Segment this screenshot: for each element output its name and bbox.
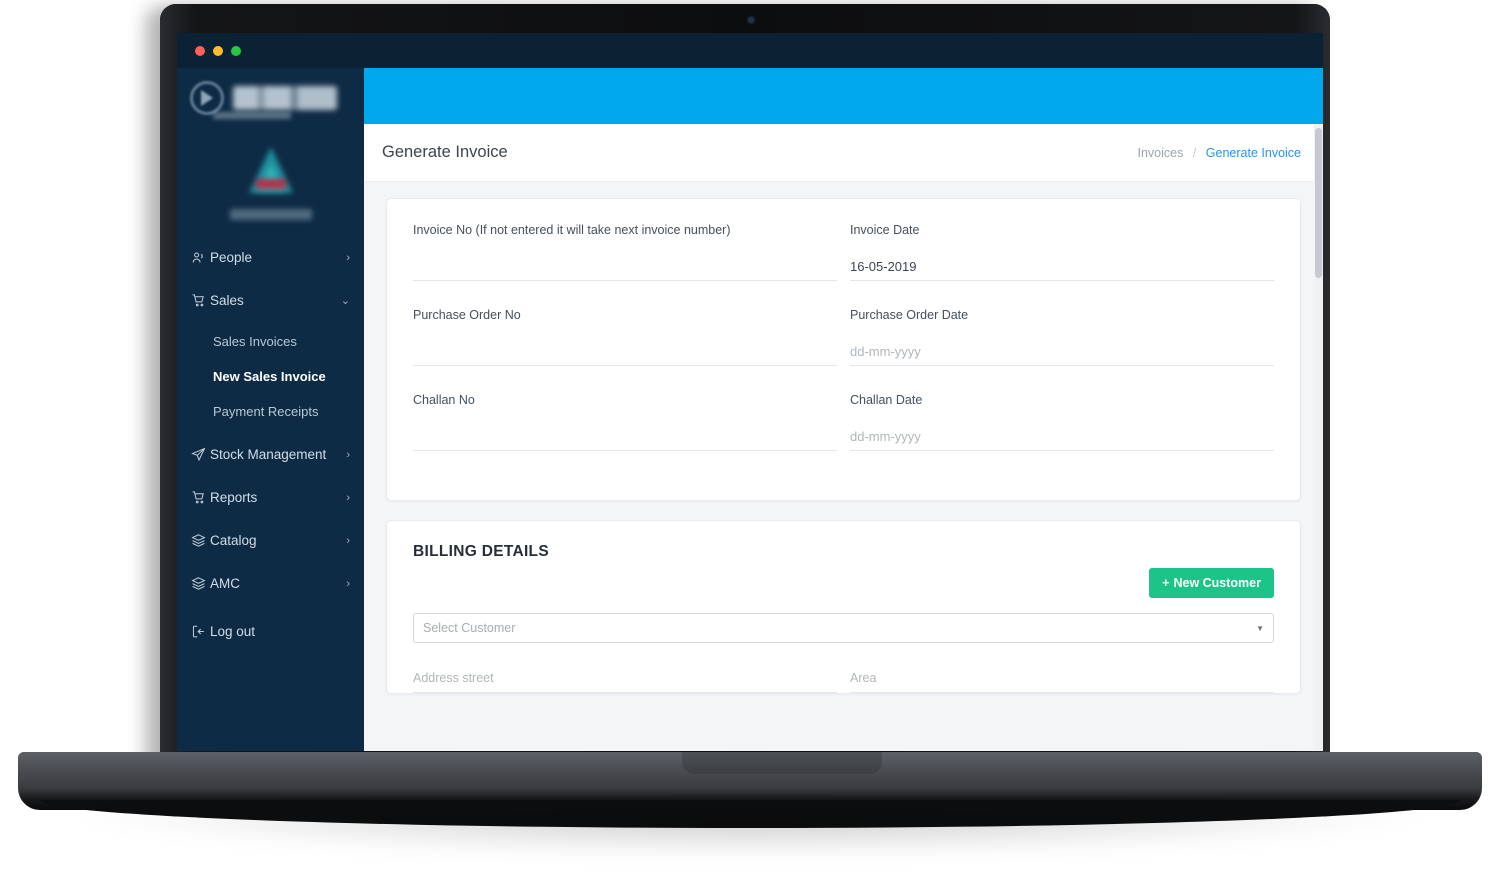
webcam-icon — [748, 17, 754, 23]
chevron-down-icon: ⌄ — [340, 295, 350, 307]
billing-details-title: BILLING DETAILS — [413, 543, 549, 560]
cart-icon — [191, 490, 210, 505]
layers-icon — [191, 533, 210, 548]
breadcrumb-parent[interactable]: Invoices — [1137, 146, 1183, 160]
new-customer-button-label: New Customer — [1173, 576, 1261, 590]
screen: People › Sales ⌄ Sales Invoices New Sale… — [177, 33, 1323, 751]
chevron-right-icon: › — [346, 491, 350, 504]
sidebar-item-catalog[interactable]: Catalog › — [177, 519, 364, 562]
paper-plane-icon — [191, 447, 210, 462]
sidebar: People › Sales ⌄ Sales Invoices New Sale… — [177, 68, 364, 751]
company-logo — [177, 128, 364, 236]
field-label: Invoice No (If not entered it will take … — [413, 223, 731, 237]
scroll-area: Invoice No (If not entered it will take … — [364, 182, 1323, 694]
field-label: Challan No — [413, 393, 475, 407]
sidebar-item-amc[interactable]: AMC › — [177, 562, 364, 605]
chevron-right-icon: › — [346, 448, 350, 461]
billing-address-row: Address street Area — [413, 669, 1274, 693]
sidebar-item-label: Reports — [210, 490, 258, 505]
breadcrumb-current[interactable]: Generate Invoice — [1206, 146, 1301, 160]
sidebar-subitem-label: Sales Invoices — [213, 334, 297, 349]
top-banner — [364, 68, 1323, 124]
brand-mark-icon — [190, 81, 224, 115]
page-title: Generate Invoice — [382, 143, 508, 161]
purchase-order-date-input[interactable]: dd-mm-yyyy — [850, 344, 1274, 366]
invoice-date-input[interactable]: 16-05-2019 — [850, 259, 1274, 281]
field-purchase-order-no: Purchase Order No — [413, 308, 837, 366]
chevron-right-icon: › — [346, 534, 350, 547]
sidebar-item-sales[interactable]: Sales ⌄ — [177, 279, 364, 322]
sidebar-subitem-payment-receipts[interactable]: Payment Receipts — [177, 394, 364, 429]
field-challan-date: Challan Date dd-mm-yyyy — [850, 393, 1274, 478]
sidebar-item-people[interactable]: People › — [177, 236, 364, 279]
sidebar-subitem-new-sales-invoice[interactable]: New Sales Invoice — [177, 359, 364, 394]
laptop-base-notch — [682, 752, 882, 774]
sidebar-item-reports[interactable]: Reports › — [177, 476, 364, 519]
sidebar-item-label: AMC — [210, 576, 240, 591]
field-invoice-no: Invoice No (If not entered it will take … — [413, 223, 837, 281]
customer-select-value: Select Customer — [423, 621, 516, 635]
cart-icon — [191, 293, 210, 308]
browser-titlebar — [177, 33, 1323, 68]
scrollbar-thumb[interactable] — [1315, 128, 1322, 278]
field-label: Challan Date — [850, 393, 923, 407]
brand-tagline — [213, 112, 291, 119]
brand-wordmark — [233, 86, 337, 110]
new-customer-button[interactable]: + New Customer — [1149, 568, 1274, 598]
layers-icon — [191, 576, 210, 591]
customer-select[interactable]: Select Customer ▼ — [413, 613, 1274, 643]
field-label: Invoice Date — [850, 223, 920, 237]
people-icon — [191, 250, 210, 265]
breadcrumb-separator: / — [1192, 145, 1197, 160]
company-logo-caption — [229, 208, 312, 220]
invoice-no-input[interactable] — [413, 259, 837, 281]
area-input[interactable]: Area — [850, 671, 876, 685]
field-purchase-order-date: Purchase Order Date dd-mm-yyyy — [850, 308, 1274, 366]
invoice-details-card: Invoice No (If not entered it will take … — [386, 198, 1301, 501]
sales-submenu: Sales Invoices New Sales Invoice Payment… — [177, 322, 364, 433]
sidebar-subitem-sales-invoices[interactable]: Sales Invoices — [177, 324, 364, 359]
plus-icon: + — [1162, 576, 1170, 590]
field-area: Area — [850, 669, 1274, 693]
field-challan-no: Challan No — [413, 393, 837, 451]
address-street-input[interactable]: Address street — [413, 671, 494, 685]
close-icon[interactable] — [195, 46, 205, 56]
laptop-mockup: People › Sales ⌄ Sales Invoices New Sale… — [0, 0, 1500, 874]
field-address-street: Address street — [413, 669, 837, 693]
sidebar-item-label: People — [210, 250, 253, 265]
sidebar-subitem-label: New Sales Invoice — [213, 369, 326, 384]
chevron-right-icon: › — [346, 577, 350, 590]
maximize-icon[interactable] — [231, 46, 241, 56]
sidebar-item-label: Stock Management — [210, 447, 327, 462]
breadcrumb: Invoices / Generate Invoice — [1137, 146, 1301, 160]
sidebar-item-label: Log out — [210, 624, 256, 639]
sidebar-item-logout[interactable]: Log out — [177, 610, 364, 653]
minimize-icon[interactable] — [213, 46, 223, 56]
sidebar-item-stock-management[interactable]: Stock Management › — [177, 433, 364, 476]
field-invoice-date: Invoice Date 16-05-2019 — [850, 223, 1274, 281]
purchase-order-no-input[interactable] — [413, 344, 837, 366]
main-content: Generate Invoice Invoices / Generate Inv… — [364, 68, 1323, 751]
laptop-shadow — [55, 812, 1445, 858]
logout-icon — [191, 624, 210, 639]
sidebar-item-label: Sales — [210, 293, 244, 308]
field-label: Purchase Order No — [413, 308, 521, 322]
challan-date-input[interactable]: dd-mm-yyyy — [850, 429, 1274, 451]
field-label: Purchase Order Date — [850, 308, 969, 322]
chevron-right-icon: › — [346, 251, 350, 264]
challan-no-input[interactable] — [413, 429, 837, 451]
sidebar-item-label: Catalog — [210, 533, 257, 548]
billing-details-card: BILLING DETAILS + New Customer Select Cus… — [386, 520, 1301, 694]
brand-logo[interactable] — [177, 68, 364, 128]
company-logo-icon — [242, 145, 300, 203]
page-header: Generate Invoice Invoices / Generate Inv… — [364, 124, 1323, 182]
chevron-down-icon: ▼ — [1256, 623, 1264, 633]
billing-actions: + New Customer — [413, 568, 1274, 598]
sidebar-subitem-label: Payment Receipts — [213, 404, 319, 419]
